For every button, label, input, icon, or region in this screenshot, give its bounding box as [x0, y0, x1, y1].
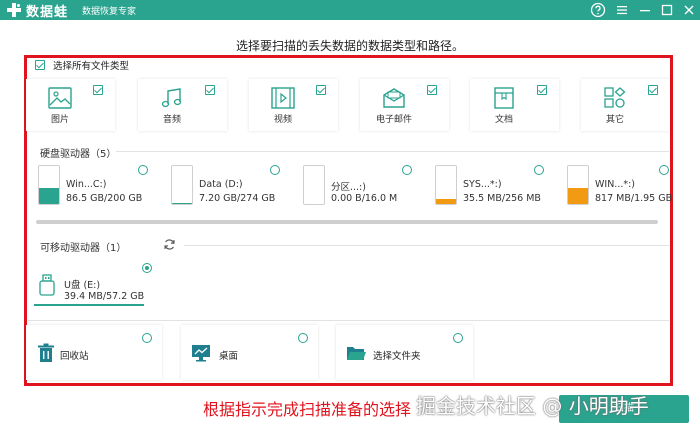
email-icon	[383, 88, 405, 108]
drive-icon	[303, 165, 325, 205]
drive-name: U盘 (E:)	[64, 280, 101, 291]
drive-size: 7.20 GB/274 GB	[199, 193, 276, 204]
drive-icon	[435, 165, 457, 205]
drive-radio[interactable]	[402, 165, 412, 175]
location-radio[interactable]	[298, 333, 308, 343]
select-all-label: 选择所有文件类型	[53, 61, 130, 72]
drive-usage-fill	[39, 187, 59, 204]
divider	[28, 320, 669, 321]
instruction-text: 选择要扫描的丢失数据的数据类型和路径。	[235, 39, 464, 53]
location-label: 回收站	[60, 351, 89, 362]
location-label: 桌面	[219, 351, 239, 362]
file-type-video[interactable]: 视频	[249, 79, 338, 131]
drive-icon	[567, 165, 589, 205]
title-bar: 数据蛙 数据恢复专家	[0, 0, 700, 20]
app-subtitle: 数据恢复专家	[82, 7, 137, 17]
file-type-label: 图片	[50, 115, 69, 125]
drive-radio[interactable]	[534, 165, 544, 175]
drive-size: 817 MB/1.95 GB	[595, 193, 673, 204]
drive-name: Data (D:)	[199, 179, 243, 190]
recycle-bin-icon	[38, 343, 54, 362]
checkbox-icon[interactable]	[648, 85, 658, 95]
file-type-other[interactable]: 其它	[581, 79, 670, 131]
file-type-label: 视频	[273, 115, 292, 125]
help-icon[interactable]	[590, 2, 606, 18]
drive-usage-fill	[568, 188, 588, 204]
drive-name: WIN...*:)	[595, 179, 636, 190]
minimize-icon[interactable]	[637, 2, 653, 18]
drive-name: 分区...:)	[331, 182, 366, 193]
drive-usage-fill	[172, 202, 192, 204]
location-radio[interactable]	[453, 333, 463, 343]
app-logo-icon	[7, 3, 21, 17]
drive-name: SYS...*:)	[463, 179, 502, 190]
checkbox-icon[interactable]	[93, 85, 103, 95]
checkbox-icon[interactable]	[316, 85, 326, 95]
folder-icon	[347, 347, 366, 360]
file-type-document[interactable]: 文档	[470, 79, 559, 131]
file-type-label: 其它	[605, 115, 624, 125]
refresh-icon[interactable]	[163, 238, 176, 251]
location-recycle-bin[interactable]: 回收站	[26, 325, 162, 380]
other-icon	[604, 87, 626, 108]
checkbox-icon[interactable]	[427, 85, 437, 95]
file-type-email[interactable]: 电子邮件	[360, 79, 449, 131]
select-all-checkbox[interactable]: 选择所有文件类型	[35, 58, 129, 72]
document-icon	[494, 87, 514, 109]
drive-usage-fill	[436, 198, 456, 204]
removable-drives-title: 可移动驱动器（1）	[40, 243, 127, 254]
image-icon	[48, 87, 72, 109]
app-name: 数据蛙	[26, 5, 69, 20]
drive-icon	[38, 165, 60, 205]
divider	[184, 245, 669, 246]
usb-drive-item[interactable]: U盘 (E:) 39.4 MB/57.2 GB	[34, 262, 144, 306]
checkbox-icon[interactable]	[537, 85, 547, 95]
music-icon	[161, 88, 182, 108]
select-all-check-icon[interactable]	[35, 60, 45, 70]
drive-size: 35.5 MB/256 MB	[463, 193, 541, 204]
file-type-label: 电子邮件	[375, 115, 412, 125]
caption-text: 根据指示完成扫描准备的选择	[203, 400, 412, 419]
drive-icon	[171, 165, 193, 205]
drive-name: Win...C:)	[66, 179, 107, 190]
location-label: 选择文件夹	[373, 351, 421, 362]
close-icon[interactable]	[681, 2, 697, 18]
location-radio[interactable]	[142, 333, 152, 343]
drive-size: 86.5 GB/200 GB	[66, 193, 143, 204]
watermark: 掘金技术社区 @ 小明助手	[416, 394, 649, 418]
horizontal-scrollbar[interactable]	[36, 220, 658, 224]
usb-icon	[39, 274, 55, 296]
desktop-icon	[192, 345, 210, 362]
hard-drives-title: 硬盘驱动器（5）	[40, 149, 117, 160]
drive-radio[interactable]	[270, 165, 280, 175]
video-icon	[271, 87, 295, 109]
usb-drive-radio[interactable]	[142, 263, 152, 273]
file-type-label: 音频	[162, 115, 181, 125]
divider	[116, 151, 669, 152]
file-type-label: 文档	[494, 115, 513, 125]
drive-radio[interactable]	[138, 165, 148, 175]
drive-radio[interactable]	[659, 165, 669, 175]
maximize-icon[interactable]	[659, 2, 675, 18]
location-select-folder[interactable]: 选择文件夹	[336, 325, 473, 380]
file-type-audio[interactable]: 音频	[138, 79, 227, 131]
checkbox-icon[interactable]	[205, 85, 215, 95]
location-desktop[interactable]: 桌面	[181, 325, 318, 380]
file-type-image[interactable]: 图片	[26, 79, 115, 131]
drive-size: 39.4 MB/57.2 GB	[64, 291, 145, 302]
drive-size: 0.00 B/16.0 M	[331, 193, 398, 204]
menu-icon[interactable]	[614, 2, 630, 18]
